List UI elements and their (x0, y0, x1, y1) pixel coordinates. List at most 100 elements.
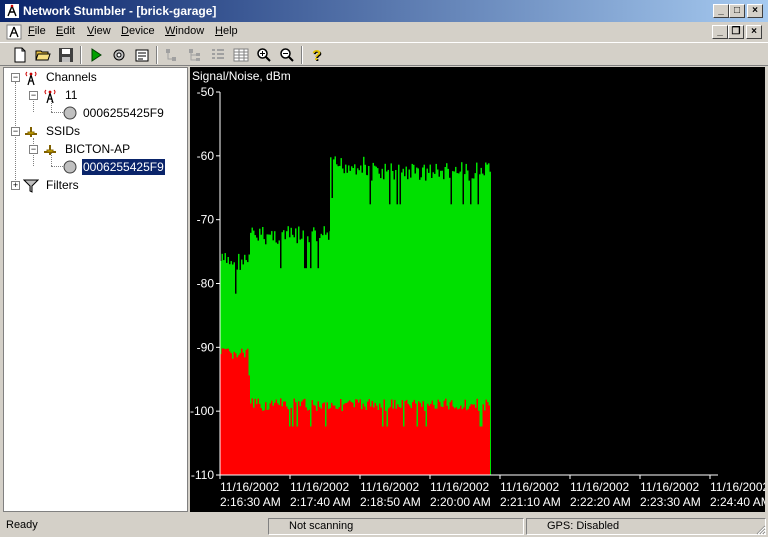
menu-file[interactable]: File (28, 25, 46, 37)
minimize-button[interactable]: _ (713, 4, 729, 18)
noise-bar (280, 398, 282, 475)
menu-edit[interactable]: Edit (56, 25, 75, 37)
channels-collapse-toggle[interactable]: − (11, 73, 20, 82)
tree-channel-ap-mac[interactable]: 0006255425F9 (83, 105, 164, 121)
noise-bar (479, 426, 481, 475)
filters-expand-toggle[interactable]: + (11, 181, 20, 190)
x-tick-date-label: 11/16/2002 (710, 480, 765, 494)
x-tick-date-label: 11/16/2002 (290, 480, 349, 494)
x-tick-date-label: 11/16/2002 (640, 480, 699, 494)
tree-ssids-label[interactable]: SSIDs (46, 123, 80, 139)
noise-bar (385, 410, 387, 475)
noise-bar (440, 406, 442, 475)
mdi-close-button[interactable]: × (746, 25, 762, 39)
noise-bar (425, 426, 427, 475)
grid-view-button[interactable] (231, 45, 251, 65)
menu-view[interactable]: View (87, 25, 111, 37)
y-tick-label: -100 (190, 404, 214, 418)
noise-bar (406, 399, 408, 475)
start-scan-button[interactable] (86, 45, 106, 65)
noise-bar (338, 407, 340, 475)
properties-button[interactable] (132, 45, 152, 65)
chart-title: Signal/Noise, dBm (192, 69, 291, 83)
x-tick-date-label: 11/16/2002 (360, 480, 419, 494)
auto-config-button[interactable] (109, 45, 129, 65)
noise-bar (286, 406, 288, 475)
signal-noise-chart: Signal/Noise, dBm -50 -60 -70 -80 -90 -100 -11… (190, 69, 768, 509)
noise-bar (235, 353, 237, 475)
noise-bar (346, 403, 348, 475)
maximize-button[interactable]: □ (729, 4, 745, 18)
noise-bar (308, 409, 310, 475)
mdi-minimize-button[interactable]: _ (712, 25, 728, 39)
noise-bar (248, 375, 250, 475)
noise-bar (335, 408, 337, 475)
noise-bar (403, 426, 405, 475)
antenna-icon (44, 89, 56, 104)
bicton-ap-collapse-toggle[interactable]: − (29, 145, 38, 154)
ap-status-icon (63, 160, 77, 174)
zoom-out-button[interactable] (277, 45, 297, 65)
noise-bar (478, 410, 480, 475)
open-button[interactable] (33, 45, 53, 65)
mdi-restore-button[interactable]: ❐ (728, 25, 744, 39)
noise-bar (364, 406, 366, 475)
noise-bar (356, 399, 358, 475)
y-tick-label: -110 (191, 468, 214, 482)
noise-bar (301, 401, 303, 475)
save-button[interactable] (56, 45, 76, 65)
noise-bar (320, 408, 322, 475)
noise-bar (314, 405, 316, 475)
noise-bar (268, 409, 270, 475)
close-button[interactable]: × (747, 4, 763, 18)
tree-icon-2 (189, 49, 200, 61)
tree-view-button-2[interactable] (185, 45, 205, 65)
noise-bar (317, 401, 319, 475)
network-stumbler-icon (5, 4, 19, 18)
tree-view-button-1[interactable] (162, 45, 182, 65)
tree-filters-label[interactable]: Filters (46, 177, 79, 193)
noise-bar (247, 348, 249, 475)
noise-bar (265, 402, 267, 475)
y-tick-label: -50 (197, 85, 215, 99)
title-bar: Network Stumbler - [brick-garage] _ □ × (0, 0, 768, 22)
noise-bar (271, 400, 273, 475)
tree-ssid-ap-mac-selected[interactable]: 0006255425F9 (81, 158, 166, 176)
noise-bar (371, 400, 373, 475)
menu-device[interactable]: Device (121, 25, 155, 37)
list-view-button[interactable] (208, 45, 228, 65)
noise-bar (323, 402, 325, 475)
resize-grip-icon[interactable] (754, 523, 766, 535)
zoom-in-button[interactable] (254, 45, 274, 65)
noise-bar (419, 403, 421, 475)
noise-bar (221, 348, 223, 475)
menu-help[interactable]: Help (215, 25, 238, 37)
help-button[interactable]: ?? (307, 45, 327, 65)
new-button[interactable] (10, 45, 30, 65)
noise-bar (476, 398, 478, 475)
noise-bar (421, 406, 423, 475)
noise-bar (313, 404, 315, 475)
x-tick-date-label: 11/16/2002 (220, 480, 279, 494)
noise-bar (296, 426, 298, 475)
noise-bar (232, 358, 234, 475)
ssids-collapse-toggle[interactable]: − (11, 127, 20, 136)
noise-bar (400, 407, 402, 475)
tree-pane[interactable]: − Channels − 11 0006255425F9 − SSIDs − B… (3, 67, 188, 512)
tree-channel-11-label[interactable]: 11 (65, 87, 77, 103)
noise-bar (383, 399, 385, 475)
noise-bar (370, 406, 372, 475)
tree-ssid-bicton-ap-label[interactable]: BICTON-AP (65, 141, 130, 157)
noise-bar (467, 408, 469, 475)
noise-bar (224, 349, 226, 475)
menu-window[interactable]: Window (165, 25, 204, 37)
noise-bar (448, 409, 450, 475)
noise-bar (326, 402, 328, 475)
noise-bar (241, 348, 243, 475)
document-icon[interactable] (6, 24, 22, 40)
tree-channels-label[interactable]: Channels (46, 69, 97, 85)
channel-11-collapse-toggle[interactable]: − (29, 91, 38, 100)
noise-bar (437, 399, 439, 475)
noise-bar (379, 403, 381, 475)
noise-bar (389, 406, 391, 475)
